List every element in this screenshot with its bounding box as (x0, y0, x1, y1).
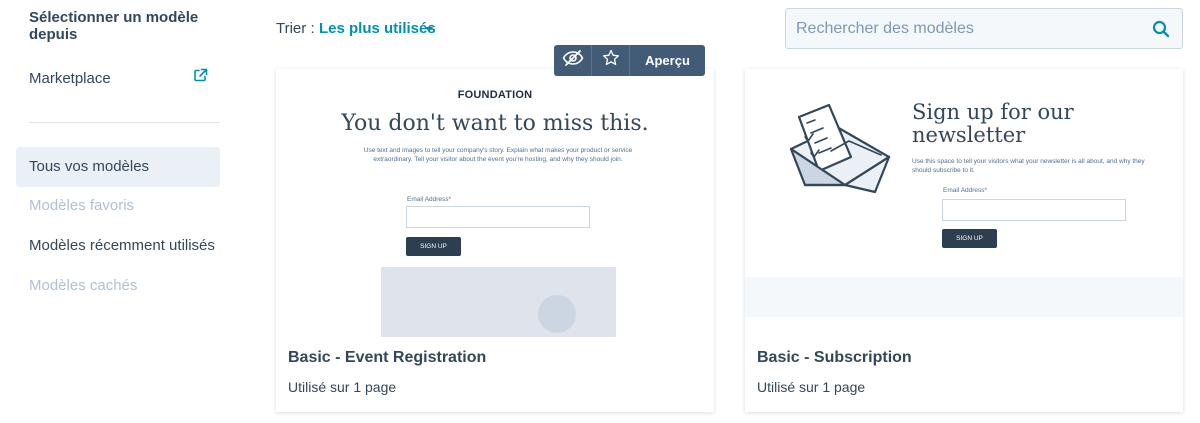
thumbnail-signup-button: SIGN UP (406, 237, 461, 256)
sidebar-heading: Sélectionner un modèle depuis (29, 9, 199, 43)
sidebar-item-hidden-templates[interactable]: Modèles cachés (16, 266, 220, 306)
thumbnail-email-field (942, 199, 1126, 221)
template-thumbnail[interactable]: FOUNDATION You don't want to miss this. … (276, 69, 714, 337)
thumbnail-footer-strip (745, 277, 1183, 317)
thumbnail-image-placeholder (381, 267, 616, 337)
star-icon (602, 49, 620, 72)
sort-dropdown[interactable]: Les plus utilisés (319, 20, 436, 37)
search-icon[interactable] (1152, 20, 1170, 38)
template-card-event-registration[interactable]: FOUNDATION You don't want to miss this. … (276, 69, 714, 412)
thumbnail-headline: Sign up for our newsletter (912, 100, 1074, 147)
favorite-template-button[interactable] (592, 45, 630, 76)
hide-icon (562, 49, 584, 72)
template-card-subscription[interactable]: Sign up for our newsletter Use this spac… (745, 69, 1183, 412)
preview-button[interactable]: Aperçu (630, 45, 705, 76)
envelope-illustration (789, 103, 891, 194)
thumbnail-email-field (406, 206, 590, 228)
card-usage: Utilisé sur 1 page (288, 379, 397, 395)
card-title[interactable]: Basic - Subscription (757, 349, 912, 367)
sidebar: Sélectionner un modèle depuis Marketplac… (0, 0, 236, 423)
thumbnail-brand: FOUNDATION (457, 89, 533, 101)
card-title[interactable]: Basic - Event Registration (288, 349, 486, 367)
chevron-down-icon[interactable] (425, 27, 433, 32)
sort-label: Trier : (276, 20, 315, 37)
thumbnail-image-circle (538, 295, 576, 333)
sidebar-item-all-templates[interactable]: Tous vos modèles (16, 147, 220, 187)
search-input[interactable] (796, 9, 1136, 48)
thumbnail-body-text: Use text and images to tell your company… (363, 147, 633, 163)
sidebar-item-favorite-templates[interactable]: Modèles favoris (16, 186, 220, 226)
external-link-icon[interactable] (193, 68, 208, 83)
sidebar-divider (29, 122, 220, 123)
template-thumbnail[interactable]: Sign up for our newsletter Use this spac… (745, 69, 1183, 337)
hide-template-button[interactable] (554, 45, 592, 76)
thumbnail-email-label: Email Address* (943, 187, 988, 194)
card-hover-toolbar: Aperçu (554, 45, 705, 76)
thumbnail-signup-button: SIGN UP (942, 229, 997, 248)
thumbnail-email-label: Email Address* (407, 196, 452, 203)
thumbnail-headline: You don't want to miss this. (341, 111, 649, 136)
search-box[interactable] (785, 8, 1183, 49)
sidebar-item-recent-templates[interactable]: Modèles récemment utilisés (16, 226, 220, 266)
marketplace-link[interactable]: Marketplace (29, 70, 111, 87)
thumbnail-body-text: Use this space to tell your visitors wha… (912, 158, 1145, 174)
card-usage: Utilisé sur 1 page (757, 379, 866, 395)
